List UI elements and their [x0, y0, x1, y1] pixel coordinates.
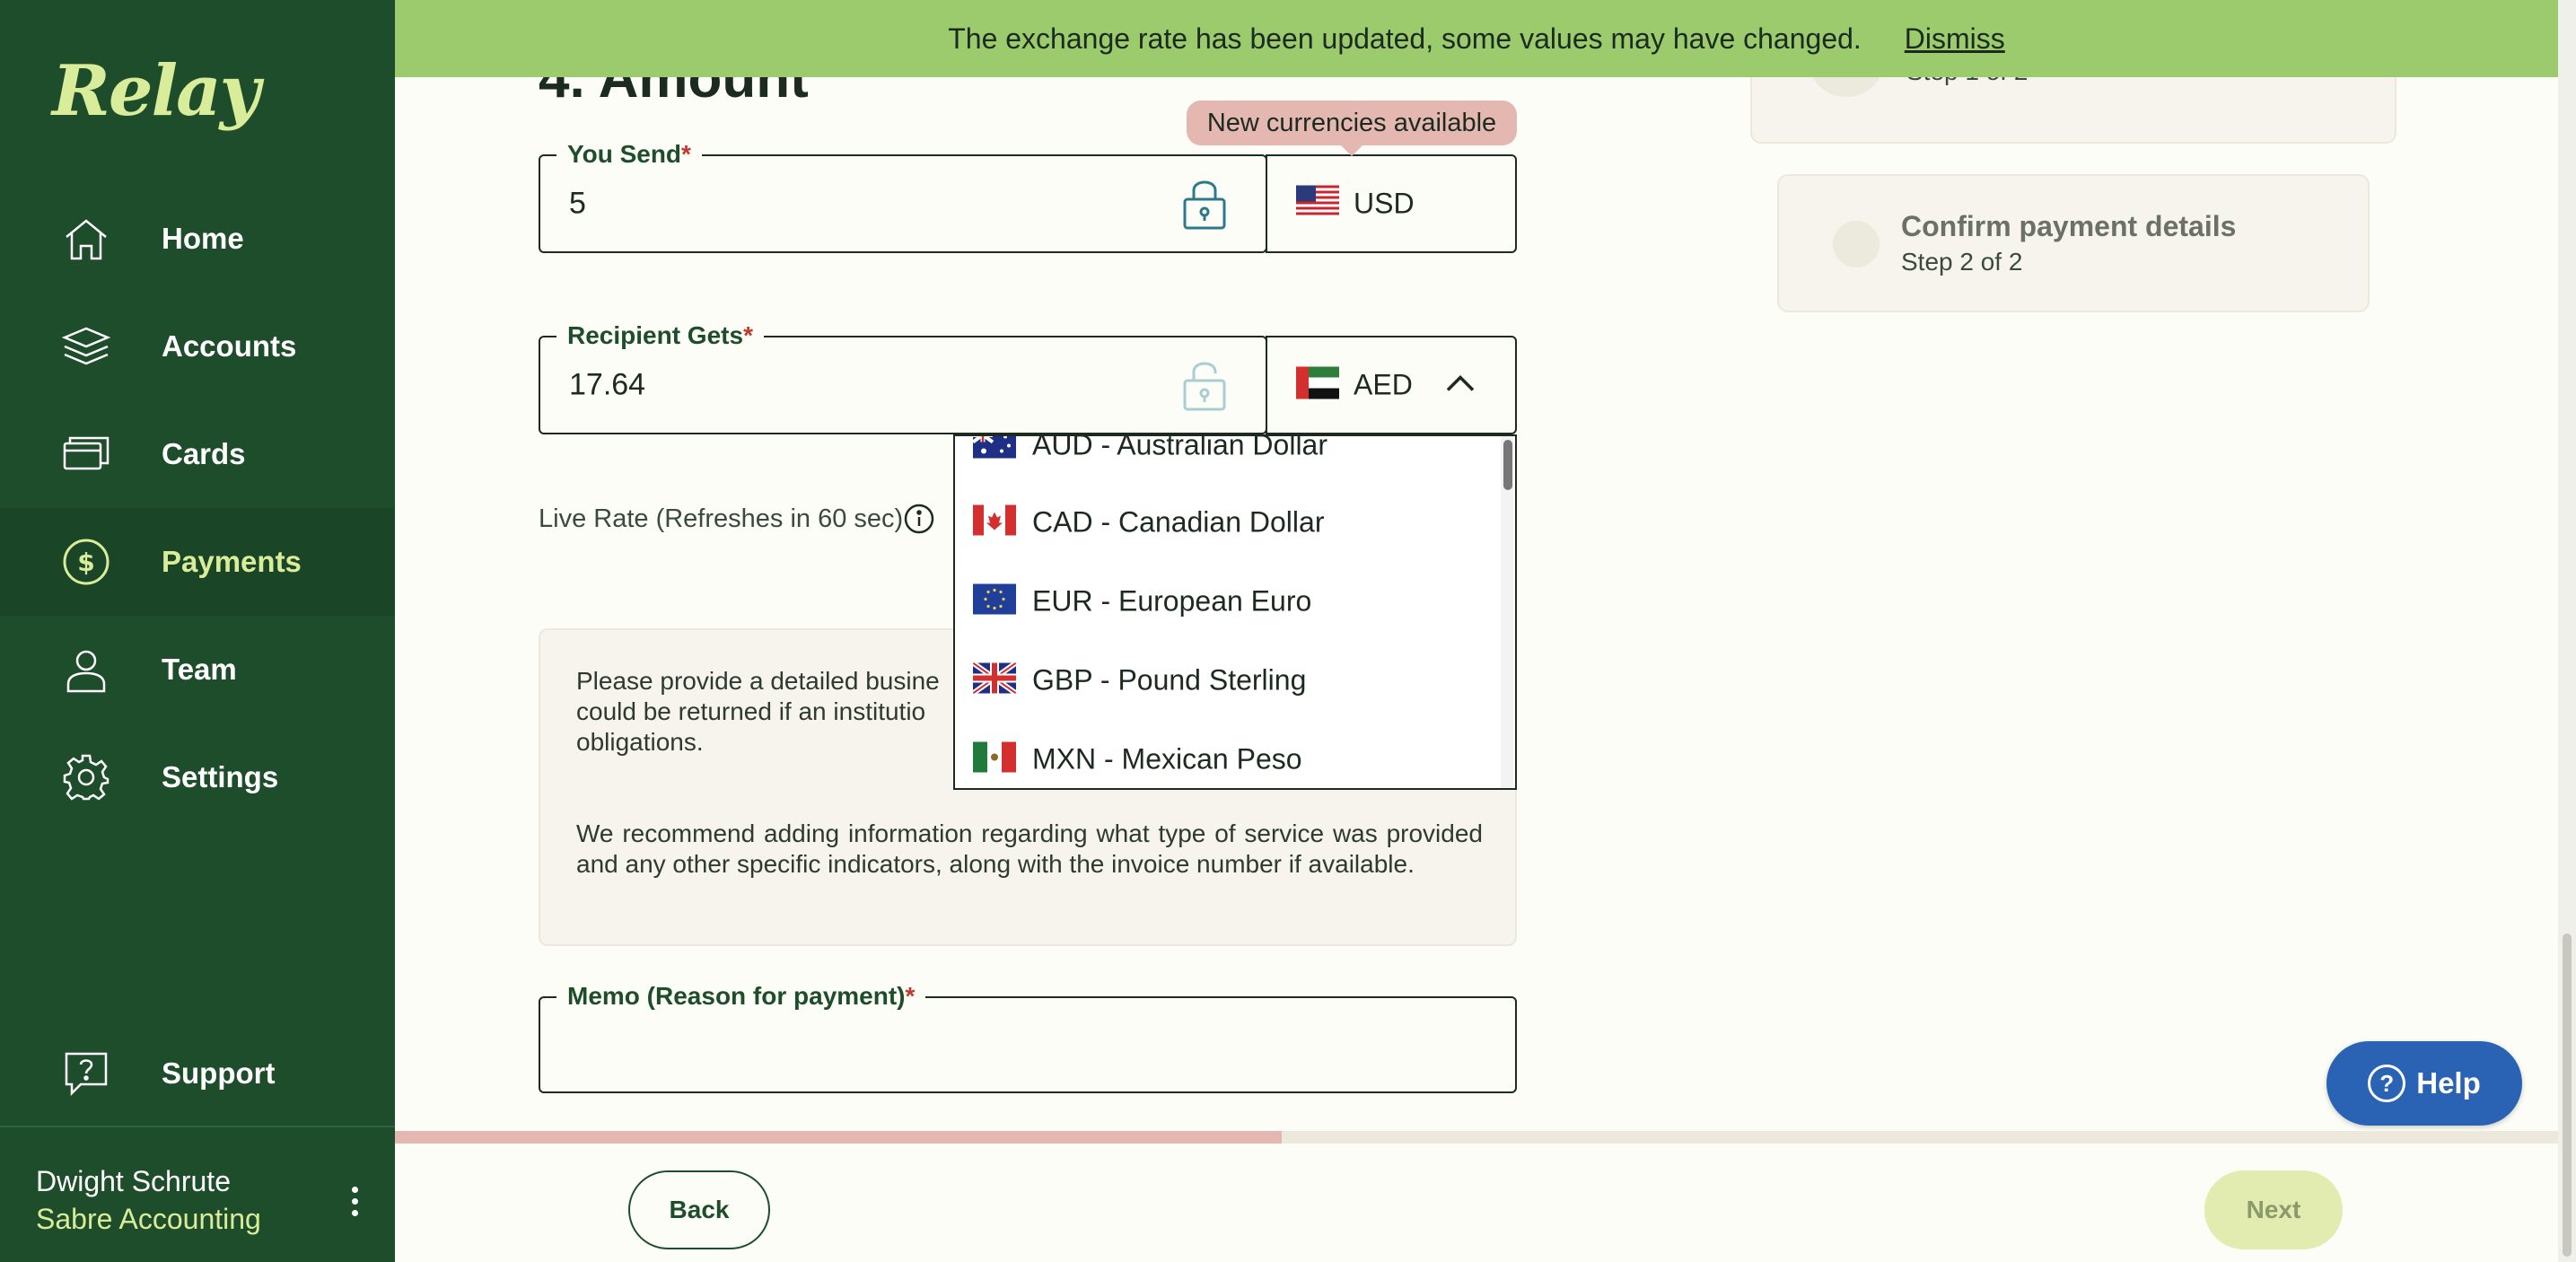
recipient-gets-input[interactable]: 17.64	[569, 368, 645, 403]
step-card-2[interactable]: Confirm payment details Step 2 of 2	[1777, 174, 2370, 312]
memo-field[interactable]: Memo (Reason for payment)*	[539, 982, 1517, 1093]
cards-icon	[59, 427, 113, 481]
chevron-up-icon	[1445, 373, 1476, 398]
currency-option-cad[interactable]: CAD - Canadian Dollar	[955, 483, 1494, 562]
au-flag-icon	[971, 436, 1016, 463]
sidebar-item-home[interactable]: Home	[0, 185, 395, 293]
support-icon	[59, 1047, 113, 1100]
dismiss-link[interactable]: Dismiss	[1905, 22, 2005, 56]
dot-icon	[351, 1186, 358, 1193]
exchange-rate-banner: The exchange rate has been updated, some…	[395, 0, 2558, 77]
user-menu-button[interactable]	[339, 1181, 370, 1221]
lock-closed-icon[interactable]	[1179, 176, 1230, 232]
currency-option-label: AUD - Australian Dollar	[1032, 434, 1327, 461]
step-status-icon	[1833, 221, 1879, 267]
banner-message: The exchange rate has been updated, some…	[948, 22, 1862, 55]
mx-flag-icon	[973, 741, 1016, 777]
sidebar-item-team[interactable]: Team	[0, 616, 395, 723]
step-subtitle: Step 2 of 2	[1901, 248, 2023, 276]
sidebar-item-label: Home	[162, 222, 244, 255]
currency-option-aud[interactable]: AUD - Australian Dollar	[955, 434, 1494, 485]
currency-option-label: MXN - Mexican Peso	[1032, 742, 1302, 776]
progress-fill	[395, 1131, 1283, 1144]
dot-icon	[351, 1197, 358, 1205]
sidebar-item-label: Accounts	[162, 329, 297, 363]
info-paragraph-2: We recommend adding information regardin…	[576, 819, 1483, 878]
sidebar-item-settings[interactable]: Settings	[0, 723, 395, 831]
sidebar-divider	[0, 1126, 395, 1127]
person-icon	[59, 643, 113, 697]
page-scroll-thumb[interactable]	[2563, 933, 2572, 1257]
sidebar-item-support[interactable]: Support	[0, 1020, 395, 1127]
us-flag-icon	[1296, 185, 1339, 223]
dollar-icon: $	[59, 535, 113, 589]
sidebar-item-label: Settings	[162, 760, 279, 793]
currency-dropdown-list[interactable]: AUD - Australian Dollar CAD - Canadian D…	[953, 434, 1517, 790]
sidebar: Relay Home Accounts Cards $ Payments Tea…	[0, 0, 395, 1262]
currency-option-label: GBP - Pound Sterling	[1032, 663, 1307, 697]
receive-currency-select[interactable]: AED	[1266, 336, 1517, 434]
currency-option-gbp[interactable]: GBP - Pound Sterling	[955, 641, 1494, 720]
you-send-input[interactable]: 5	[569, 187, 586, 222]
help-label: Help	[2416, 1066, 2481, 1100]
sidebar-item-label: Cards	[162, 437, 246, 470]
question-icon: ?	[2368, 1065, 2406, 1102]
lock-open-icon[interactable]	[1179, 357, 1230, 413]
layers-icon	[59, 320, 113, 373]
relay-logo[interactable]: Relay	[52, 50, 260, 132]
currency-option-eur[interactable]: EUR - European Euro	[955, 562, 1494, 641]
eu-flag-icon	[973, 583, 1016, 619]
live-rate-label: Live Rate (Refreshes in 60 sec)	[539, 504, 904, 533]
sidebar-item-cards[interactable]: Cards	[0, 400, 395, 508]
ae-flag-icon	[1296, 366, 1339, 404]
currency-option-label: CAD - Canadian Dollar	[1032, 505, 1325, 539]
recipient-gets-field[interactable]: Recipient Gets* 17.64	[539, 321, 1267, 434]
currency-option-mxn[interactable]: MXN - Mexican Peso	[955, 720, 1494, 788]
sidebar-item-label: Team	[162, 653, 237, 686]
step-title: Confirm payment details	[1901, 210, 2237, 242]
recipient-gets-label: Recipient Gets*	[556, 321, 764, 350]
back-button[interactable]: Back	[628, 1170, 770, 1249]
help-button[interactable]: ? Help	[2326, 1041, 2522, 1126]
sidebar-item-accounts[interactable]: Accounts	[0, 293, 395, 400]
ca-flag-icon	[973, 504, 1016, 540]
info-icon[interactable]	[903, 503, 935, 535]
home-icon	[59, 212, 113, 266]
dropdown-scroll-thumb[interactable]	[1503, 440, 1512, 490]
send-currency-select[interactable]: USD	[1266, 154, 1517, 253]
receive-currency-code: AED	[1354, 368, 1413, 401]
you-send-field[interactable]: You Send* 5	[539, 140, 1267, 253]
gb-flag-icon	[971, 661, 1018, 698]
memo-label: Memo (Reason for payment)*	[556, 982, 926, 1011]
sidebar-item-label: Payments	[162, 545, 302, 578]
dot-icon	[351, 1209, 358, 1216]
send-currency-code: USD	[1354, 187, 1415, 220]
you-send-label: You Send*	[556, 140, 702, 169]
gear-icon	[59, 750, 113, 804]
svg-text:$: $	[77, 548, 94, 577]
user-name: Dwight Schrute	[36, 1165, 231, 1197]
progress-bar	[395, 1131, 2558, 1144]
sidebar-item-payments[interactable]: $ Payments	[0, 508, 395, 616]
sidebar-item-label: Support	[162, 1056, 276, 1090]
new-currencies-badge: New currencies available	[1187, 101, 1517, 156]
user-organization: Sabre Accounting	[36, 1203, 261, 1235]
currency-option-label: EUR - European Euro	[1032, 584, 1312, 618]
next-button[interactable]: Next	[2204, 1170, 2343, 1249]
